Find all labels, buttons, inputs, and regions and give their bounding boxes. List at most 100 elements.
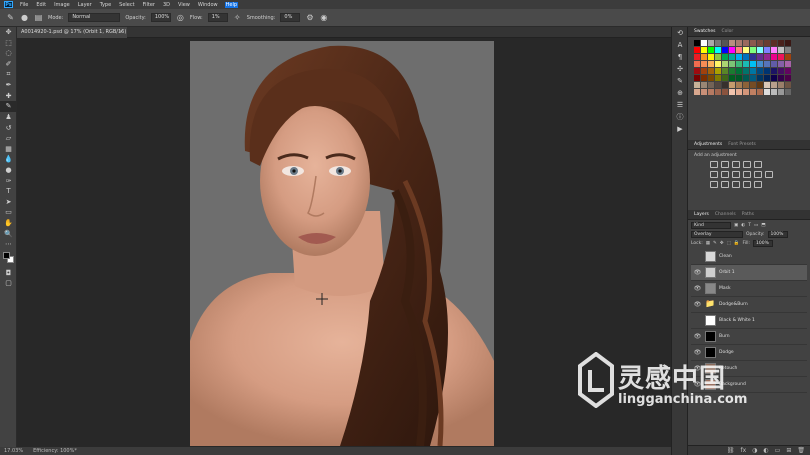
- pen-tool-icon[interactable]: ✑: [0, 175, 17, 186]
- color-swatch[interactable]: [757, 54, 763, 60]
- tab-adjustments[interactable]: Adjustments: [694, 142, 722, 147]
- menu-edit[interactable]: Edit: [35, 2, 47, 8]
- color-swatch[interactable]: [778, 54, 784, 60]
- path-select-tool-icon[interactable]: ➤: [0, 197, 17, 208]
- hand-tool-icon[interactable]: ✋: [0, 218, 17, 229]
- color-swatch[interactable]: [750, 61, 756, 67]
- color-swatch[interactable]: [743, 82, 749, 88]
- color-swatch[interactable]: [743, 54, 749, 60]
- efficiency-status[interactable]: Efficiency: 100%*: [33, 448, 77, 454]
- color-swatch[interactable]: [757, 75, 763, 81]
- filter-type-icon[interactable]: T: [748, 223, 751, 228]
- color-swatch[interactable]: [708, 61, 714, 67]
- color-swatch[interactable]: [729, 89, 735, 95]
- delete-layer-icon[interactable]: 🗑: [797, 447, 805, 454]
- invert-icon[interactable]: [710, 181, 718, 188]
- color-swatch[interactable]: [701, 75, 707, 81]
- airbrush-icon[interactable]: ✧: [233, 13, 242, 22]
- color-swatch[interactable]: [778, 75, 784, 81]
- color-swatch[interactable]: [722, 82, 728, 88]
- filter-smart-icon[interactable]: ⬒: [761, 223, 765, 228]
- visibility-eye-icon[interactable]: 👁: [693, 269, 702, 276]
- color-swatch[interactable]: [785, 61, 791, 67]
- mode-select[interactable]: Normal: [68, 13, 121, 22]
- menu-type[interactable]: Type: [99, 2, 112, 8]
- color-swatch[interactable]: [722, 40, 728, 46]
- color-swatch[interactable]: [708, 40, 714, 46]
- selective-color-icon[interactable]: [754, 181, 762, 188]
- layer-row[interactable]: 👁 📁 Dodge&Burn: [691, 297, 807, 313]
- filter-adjustment-icon[interactable]: ◐: [741, 223, 745, 228]
- color-swatch[interactable]: [708, 54, 714, 60]
- color-swatch[interactable]: [708, 68, 714, 74]
- color-swatch[interactable]: [729, 54, 735, 60]
- exposure-icon[interactable]: [743, 161, 751, 168]
- color-swatch[interactable]: [736, 40, 742, 46]
- color-swatch[interactable]: [757, 47, 763, 53]
- tab-layers[interactable]: Layers: [694, 212, 709, 217]
- color-swatch[interactable]: [771, 40, 777, 46]
- new-layer-icon[interactable]: ⊞: [786, 447, 791, 454]
- character-panel-icon[interactable]: A: [672, 39, 688, 51]
- eyedropper-tool-icon[interactable]: ✒: [0, 80, 17, 91]
- color-swatch[interactable]: [764, 68, 770, 74]
- opacity-field[interactable]: 100%: [150, 13, 171, 22]
- screen-mode-icon[interactable]: ▢: [0, 278, 17, 289]
- color-swatch[interactable]: [757, 89, 763, 95]
- info-panel-icon[interactable]: ⓘ: [672, 111, 688, 123]
- layer-opacity-field[interactable]: 100%: [767, 231, 788, 238]
- close-icon[interactable]: ×: [119, 27, 123, 38]
- color-swatch[interactable]: [771, 54, 777, 60]
- color-swatch[interactable]: [694, 89, 700, 95]
- color-swatch[interactable]: [701, 68, 707, 74]
- color-swatch[interactable]: [785, 75, 791, 81]
- color-swatch[interactable]: [701, 82, 707, 88]
- color-swatch[interactable]: [750, 40, 756, 46]
- pressure-opacity-icon[interactable]: ◎: [176, 13, 185, 22]
- link-layers-icon[interactable]: ⛓: [727, 447, 735, 454]
- menu-file[interactable]: File: [19, 2, 29, 8]
- filter-shape-icon[interactable]: ▭: [754, 223, 758, 228]
- menu-window[interactable]: Window: [197, 2, 219, 8]
- tab-swatches[interactable]: Swatches: [694, 29, 716, 34]
- history-panel-icon[interactable]: ⟲: [672, 27, 688, 39]
- new-adjustment-icon[interactable]: ◐: [763, 447, 768, 454]
- crop-tool-icon[interactable]: ⌗: [0, 69, 17, 80]
- color-swatch[interactable]: [736, 47, 742, 53]
- color-swatch[interactable]: [778, 89, 784, 95]
- color-swatch[interactable]: [715, 47, 721, 53]
- color-swatch[interactable]: [743, 68, 749, 74]
- eraser-tool-icon[interactable]: ▱: [0, 133, 17, 144]
- color-swatch[interactable]: [750, 75, 756, 81]
- visibility-eye-icon[interactable]: 👁: [693, 285, 702, 292]
- color-swatch[interactable]: [743, 75, 749, 81]
- gear-icon[interactable]: ⚙: [305, 13, 314, 22]
- color-swatch[interactable]: [771, 61, 777, 67]
- brightness-contrast-icon[interactable]: [710, 161, 718, 168]
- hue-saturation-icon[interactable]: [710, 171, 718, 178]
- color-swatch[interactable]: [729, 40, 735, 46]
- menu-view[interactable]: View: [177, 2, 191, 8]
- color-swatch[interactable]: [722, 68, 728, 74]
- color-swatch[interactable]: [764, 82, 770, 88]
- color-swatch[interactable]: [778, 82, 784, 88]
- color-swatch[interactable]: [778, 40, 784, 46]
- channel-mixer-icon[interactable]: [754, 171, 762, 178]
- brush-preset-icon[interactable]: ✎: [6, 13, 15, 22]
- menu-filter[interactable]: Filter: [142, 2, 156, 8]
- paragraph-panel-icon[interactable]: ¶: [672, 51, 688, 63]
- menu-help[interactable]: Help: [224, 1, 239, 8]
- zoom-level[interactable]: 17.03%: [4, 448, 23, 454]
- color-swatch[interactable]: [750, 82, 756, 88]
- quick-select-tool-icon[interactable]: ✐: [0, 59, 17, 70]
- layer-row[interactable]: 👁 Burn: [691, 329, 807, 345]
- filter-pixel-icon[interactable]: ▣: [734, 223, 738, 228]
- layer-kind-filter[interactable]: Kind: [691, 222, 731, 229]
- color-swatch[interactable]: [694, 47, 700, 53]
- color-swatch[interactable]: [722, 61, 728, 67]
- color-swatch[interactable]: [715, 68, 721, 74]
- tab-font-presets[interactable]: Font Presets: [728, 142, 756, 147]
- color-swatch[interactable]: [715, 89, 721, 95]
- color-swatch[interactable]: [736, 68, 742, 74]
- add-mask-icon[interactable]: ◑: [752, 447, 757, 454]
